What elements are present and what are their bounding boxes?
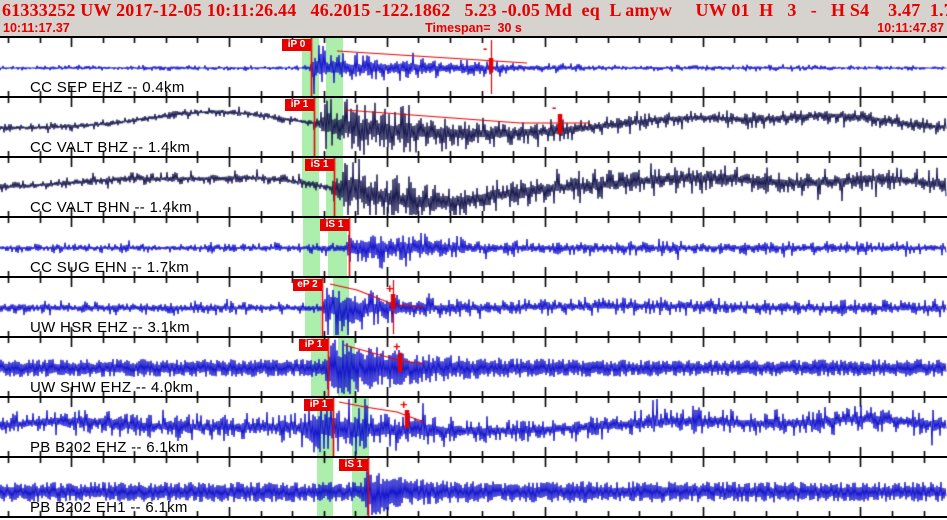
station-label: PB B202 EH1 -- 6.1km [30,499,188,516]
trace-panel: iS 1 CC VALT BHN -- 1.4km [0,158,947,218]
event-header: 61333252 UW 2017-12-05 10:11:26.44 46.20… [0,0,947,36]
trace-panel: iP 1 PB B202 EHZ -- 6.1km [0,398,947,458]
station-label: CC VALT BHN -- 1.4km [30,199,192,216]
seismic-analyst-window: 61333252 UW 2017-12-05 10:11:26.44 46.20… [0,0,947,520]
trace-panel: iS 1 CC SUG EHN -- 1.7km [0,218,947,278]
trace-panel-stack: iP 0 CC SEP EHZ -- 0.4km iP 1 CC VALT BHZ -… [0,36,947,518]
trace-panel: iP 1 UW SHW EHZ -- 4.0km [0,338,947,398]
station-label: CC VALT BHZ -- 1.4km [30,139,191,156]
phase-pick-flag[interactable]: iP 1 [285,99,314,111]
event-summary-line: 61333252 UW 2017-12-05 10:11:26.44 46.20… [2,0,947,20]
station-label: PB B202 EHZ -- 6.1km [30,439,189,456]
phase-pick-flag[interactable]: iS 1 [339,459,368,471]
phase-pick-flag[interactable]: iP 1 [299,339,328,351]
trace-panel: iP 0 CC SEP EHZ -- 0.4km [0,38,947,98]
phase-pick-flag[interactable]: iP 1 [304,399,333,411]
window-end-time: 10:11:47.87 [877,21,944,35]
station-label: CC SUG EHN -- 1.7km [30,259,190,276]
time-axis-header: 10:11:17.37 Timespan= 30 s 10:11:47.87 [0,20,947,36]
station-label: CC SEP EHZ -- 0.4km [30,79,185,96]
trace-panel: iS 1 PB B202 EH1 -- 6.1km [0,458,947,518]
trace-panel: iP 1 CC VALT BHZ -- 1.4km [0,98,947,158]
station-label: UW SHW EHZ -- 4.0km [30,379,194,396]
timespan-label: Timespan= 30 s [425,21,522,35]
station-label: UW HSR EHZ -- 3.1km [30,319,190,336]
phase-pick-flag[interactable]: eP 2 [293,279,322,291]
phase-pick-flag[interactable]: iP 0 [282,39,311,51]
phase-pick-flag[interactable]: iS 1 [320,219,349,231]
phase-pick-flag[interactable]: iS 1 [305,159,334,171]
trace-panel: eP 2 UW HSR EHZ -- 3.1km [0,278,947,338]
